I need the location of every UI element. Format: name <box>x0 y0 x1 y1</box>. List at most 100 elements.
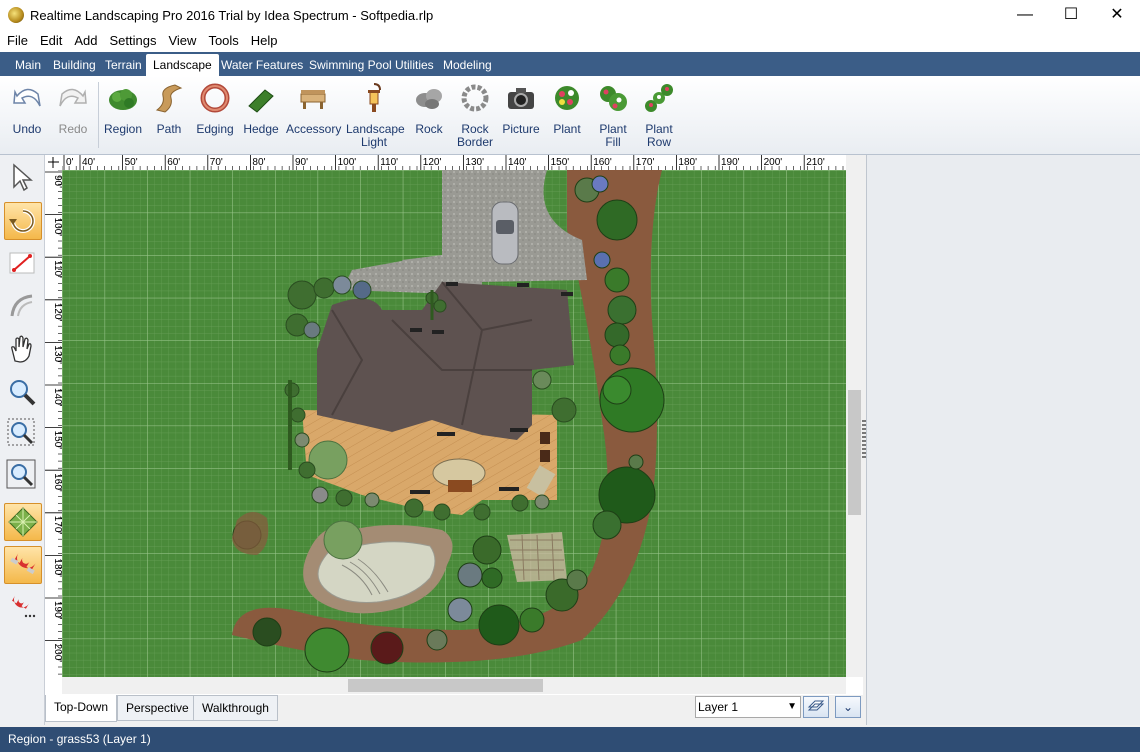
tab-top-down[interactable]: Top-Down <box>45 695 118 722</box>
picture-button[interactable]: Picture <box>500 82 542 136</box>
layers-button[interactable] <box>803 696 829 718</box>
menu-add[interactable]: Add <box>67 30 102 48</box>
region-label: Region <box>103 122 143 136</box>
landscape-plan[interactable] <box>62 170 846 677</box>
rock-border-label-2: Border <box>456 135 494 149</box>
grid-icon <box>8 507 38 537</box>
menu-tools[interactable]: Tools <box>201 30 243 48</box>
rock-button[interactable]: Rock <box>408 82 450 136</box>
zoom-extents-tool[interactable] <box>4 457 40 493</box>
ruler-label: 90' <box>52 175 62 188</box>
redo-button[interactable]: Redo <box>52 82 94 136</box>
ruler-label: 110' <box>380 157 398 168</box>
tab-utilities[interactable]: Utilities <box>388 54 441 76</box>
plant-label: Plant <box>553 122 581 136</box>
hedge-button[interactable]: Hedge <box>240 82 282 136</box>
zoom-tool[interactable] <box>4 374 40 410</box>
app-icon <box>8 7 24 23</box>
status-bar: Region - grass53 (Layer 1) <box>0 727 1140 752</box>
ribbon-separator <box>98 82 99 148</box>
menu-view[interactable]: View <box>161 30 201 48</box>
menu-settings[interactable]: Settings <box>103 30 162 48</box>
ruler-label: 170' <box>52 516 62 535</box>
snap-toggle[interactable] <box>4 546 42 584</box>
plant-row-button[interactable]: Plant Row <box>638 82 680 149</box>
tab-water-features[interactable]: Water Features <box>214 54 310 76</box>
horizontal-scrollbar[interactable] <box>62 677 846 694</box>
close-button[interactable]: ✕ <box>1094 0 1140 30</box>
pointer-arrow-icon <box>13 163 33 192</box>
tab-terrain[interactable]: Terrain <box>98 54 149 76</box>
arc-icon <box>10 294 33 317</box>
plant-fill-button[interactable]: Plant Fill <box>592 82 634 149</box>
plant-fill-label-1: Plant <box>599 122 627 136</box>
vertical-scroll-thumb[interactable] <box>848 390 861 515</box>
rock-border-label-1: Rock <box>461 122 489 136</box>
undo-icon <box>13 88 41 107</box>
vertical-ruler-ticks: 90' 100' 110' 120' 130' 140' 150' 160' 170' 180' 1… <box>45 170 62 675</box>
landscape-light-button[interactable]: Landscape Light <box>346 82 405 149</box>
region-button[interactable]: Region <box>102 82 144 136</box>
plant-fill-icon <box>600 86 627 111</box>
menu-file[interactable]: File <box>0 30 33 48</box>
horizontal-ruler: 0' 40' 50' 60' 70' 80' 90' 100' 110' 120' 130' 140'… <box>62 155 846 171</box>
arc-tool[interactable] <box>4 288 40 324</box>
tab-building[interactable]: Building <box>46 54 103 76</box>
path-button[interactable]: Path <box>148 82 190 136</box>
view-tabs-bar: Top-Down Perspective Walkthrough Layer 1… <box>45 695 863 725</box>
layer-options-button[interactable]: ⌄ <box>835 696 861 718</box>
chevron-down-icon: ⌄ <box>842 700 854 714</box>
vertical-scrollbar[interactable] <box>846 155 863 677</box>
accessory-button[interactable]: Accessory <box>286 82 341 136</box>
properties-panel <box>866 155 1140 725</box>
magnet-icon <box>10 553 36 575</box>
ruler-label: 40' <box>82 157 95 168</box>
ruler-label: 120' <box>52 303 62 322</box>
landscape-light-label-1: Landscape <box>346 122 405 136</box>
magnet-settings-icon <box>12 595 36 618</box>
ruler-label: 120' <box>423 157 442 168</box>
rock-border-icon <box>461 84 489 112</box>
zoom-extents-icon <box>6 459 36 489</box>
rock-border-button[interactable]: Rock Border <box>452 82 498 149</box>
maximize-button[interactable]: ☐ <box>1048 0 1094 30</box>
plant-icon <box>555 86 579 110</box>
edging-icon <box>200 83 230 113</box>
ruler-label: 180' <box>52 558 62 577</box>
grid-toggle[interactable] <box>4 503 42 541</box>
tab-landscape[interactable]: Landscape <box>146 54 219 76</box>
zoom-window-icon <box>7 418 35 446</box>
tab-perspective[interactable]: Perspective <box>117 695 198 721</box>
redo-icon <box>59 88 87 107</box>
edging-button[interactable]: Edging <box>194 82 236 136</box>
hedge-label: Hedge <box>243 122 279 136</box>
rock-label: Rock <box>415 122 443 136</box>
hand-icon <box>11 335 32 363</box>
horizontal-ruler-ticks: 0' 40' 50' 60' 70' 80' 90' 100' 110' 120' 130' 140'… <box>62 155 844 170</box>
zoom-window-tool[interactable] <box>4 415 40 451</box>
measure-tool[interactable] <box>4 245 40 281</box>
ruler-origin[interactable] <box>45 155 62 170</box>
undo-label: Undo <box>12 122 42 136</box>
plan-drawing <box>62 170 846 677</box>
ruler-label: 80' <box>252 157 265 168</box>
select-tool[interactable] <box>4 159 40 195</box>
tab-swimming-pool[interactable]: Swimming Pool <box>302 54 399 76</box>
horizontal-scroll-thumb[interactable] <box>348 679 543 692</box>
menu-help[interactable]: Help <box>244 30 283 48</box>
menu-edit[interactable]: Edit <box>33 30 67 48</box>
ruler-label: 90' <box>295 157 308 168</box>
tab-modeling[interactable]: Modeling <box>436 54 499 76</box>
pan-tool[interactable] <box>4 331 40 367</box>
path-label: Path <box>156 122 182 136</box>
snap-settings-tool[interactable] <box>4 589 40 625</box>
tab-main[interactable]: Main <box>8 54 48 76</box>
rotate-view-tool[interactable] <box>4 202 42 240</box>
undo-button[interactable]: Undo <box>6 82 48 136</box>
layer-select[interactable]: Layer 1 ▼ <box>695 696 801 718</box>
tab-walkthrough[interactable]: Walkthrough <box>193 695 278 721</box>
minimize-button[interactable]: — <box>1002 0 1048 30</box>
rotate-icon <box>9 209 35 233</box>
plant-button[interactable]: Plant <box>546 82 588 136</box>
landscape-light-label-2: Light <box>360 135 388 149</box>
